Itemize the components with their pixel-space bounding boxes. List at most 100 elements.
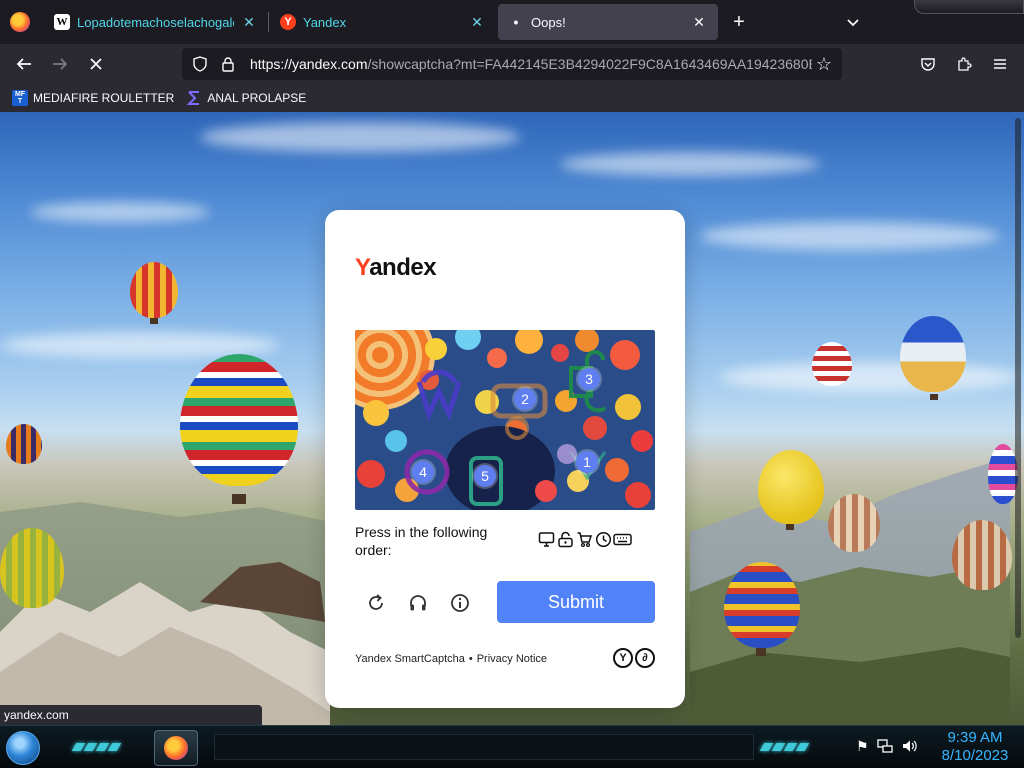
start-button[interactable] xyxy=(6,731,40,765)
loading-dot-icon: • xyxy=(513,14,519,30)
address-bar[interactable]: https://yandex.com/showcaptcha?mt=FA4421… xyxy=(182,48,842,80)
click-marker[interactable]: 3 xyxy=(578,368,600,390)
new-tab-button[interactable]: + xyxy=(728,11,750,33)
taskbar: ⚑ 9:39 AM 8/10/2023 xyxy=(0,725,1024,768)
clock-date: 8/10/2023 xyxy=(941,747,1009,764)
refresh-button[interactable] xyxy=(364,591,388,615)
status-bar: yandex.com xyxy=(0,705,262,725)
scrollbar-thumb[interactable] xyxy=(1015,118,1021,638)
hot-air-balloon xyxy=(952,520,1012,590)
logo-circle-d: ∂ xyxy=(635,648,655,668)
pocket-icon xyxy=(921,58,935,71)
headphones-icon xyxy=(410,595,426,611)
mediafire-icon: MF T xyxy=(12,90,28,106)
smartcaptcha-link[interactable]: Yandex SmartCaptcha xyxy=(355,653,465,665)
footer-separator: • xyxy=(468,653,473,665)
order-icon-sequence xyxy=(537,530,632,549)
clock-icon xyxy=(594,530,613,549)
tab-title: Oops! xyxy=(531,14,566,30)
info-button[interactable] xyxy=(448,591,472,615)
hot-air-balloon xyxy=(828,494,880,552)
url-text: https://yandex.com/showcaptcha?mt=FA4421… xyxy=(250,56,812,72)
yandex-icon: Y xyxy=(280,14,296,30)
balloon-basket xyxy=(930,394,938,400)
privacy-notice-link[interactable]: Privacy Notice xyxy=(477,653,547,665)
bookmarks-toolbar: MF T MEDIAFIRE ROULETTER ANAL PROLAPSE xyxy=(0,84,1024,112)
hot-air-balloon xyxy=(812,342,852,386)
captcha-challenge-image[interactable]: 1 2 3 4 5 xyxy=(355,330,655,510)
forward-button[interactable] xyxy=(46,50,74,78)
captcha-footer: Yandex SmartCaptcha • Privacy Notice xyxy=(355,653,547,665)
lock-icon[interactable] xyxy=(218,54,238,74)
close-icon[interactable]: ✕ xyxy=(690,13,708,31)
close-icon[interactable]: ✕ xyxy=(468,13,486,31)
firefox-view-icon[interactable] xyxy=(10,12,30,32)
hot-air-balloon xyxy=(758,450,824,524)
stop-button[interactable] xyxy=(82,50,110,78)
back-button[interactable] xyxy=(10,50,38,78)
audio-captcha-button[interactable] xyxy=(406,591,430,615)
hot-air-balloon xyxy=(130,262,178,318)
chevron-down-icon[interactable] xyxy=(842,12,864,32)
info-icon xyxy=(451,594,469,612)
captcha-instruction: Press in the following order: xyxy=(355,524,488,558)
click-marker[interactable]: 2 xyxy=(514,388,536,410)
tab-oops[interactable]: • Oops! ✕ xyxy=(498,4,718,40)
tab-strip: W Lopadotemachoselachogaleokranioleipsan… xyxy=(0,0,1024,44)
submit-button[interactable]: Submit xyxy=(497,581,655,623)
tab-wikipedia[interactable]: W Lopadotemachoselachogaleokranioleipsan… xyxy=(44,4,268,40)
shield-icon[interactable] xyxy=(190,54,210,74)
bookmark-label: ANAL PROLAPSE xyxy=(207,91,307,105)
monitor-icon xyxy=(537,530,556,549)
bookmark-star-icon[interactable]: ☆ xyxy=(814,54,834,74)
balloon-basket xyxy=(150,318,158,324)
tab-title: Lopadotemachoselachogaleokranioleipsanod… xyxy=(77,14,234,30)
url-host: https://yandex.com xyxy=(250,56,368,72)
yandex-cloud-logo: Y ∂ xyxy=(613,648,655,668)
yandex-logo: Yandex xyxy=(355,254,437,282)
close-icon[interactable]: ✕ xyxy=(240,13,258,31)
click-marker[interactable]: 1 xyxy=(576,451,598,473)
network-icon[interactable] xyxy=(876,738,893,757)
hot-air-balloon xyxy=(0,528,64,608)
balloon-basket xyxy=(756,648,766,656)
bookmark-label: MEDIAFIRE ROULETTER xyxy=(33,91,175,105)
tab-yandex[interactable]: Y Yandex ✕ xyxy=(270,4,496,40)
app-menu-button[interactable] xyxy=(986,50,1014,78)
cart-icon xyxy=(575,530,594,549)
keyboard-icon xyxy=(613,530,632,549)
firefox-icon xyxy=(164,736,188,760)
extensions-button[interactable] xyxy=(950,50,978,78)
click-marker[interactable]: 5 xyxy=(474,465,496,487)
logo-letter-y: Y xyxy=(355,254,370,281)
unlock-icon xyxy=(556,530,575,549)
hot-air-balloon xyxy=(180,354,298,486)
clock-time: 9:39 AM xyxy=(947,729,1003,746)
url-path: /showcaptcha?mt=FA442145E3B4294022F9C8A1… xyxy=(367,56,812,72)
balloon-basket xyxy=(232,494,246,504)
hot-air-balloon xyxy=(724,562,800,648)
taskbar-firefox[interactable] xyxy=(154,730,198,766)
bookmark-anal-prolapse[interactable]: ANAL PROLAPSE xyxy=(186,90,306,106)
vertical-scrollbar[interactable] xyxy=(1010,112,1024,725)
system-tray: ⚑ xyxy=(856,738,917,757)
action-center-flag-icon[interactable]: ⚑ xyxy=(856,738,869,757)
tab-divider xyxy=(268,12,269,32)
volume-icon[interactable] xyxy=(901,738,917,757)
hot-air-balloon xyxy=(6,424,42,464)
refresh-icon xyxy=(369,594,383,610)
stop-x-icon xyxy=(90,58,102,70)
wikipedia-icon: W xyxy=(54,14,70,30)
back-arrow-icon xyxy=(16,58,31,70)
sigma-icon xyxy=(186,90,202,106)
pocket-button[interactable] xyxy=(914,50,942,78)
forward-arrow-icon xyxy=(53,58,68,70)
window-decoration xyxy=(914,0,1024,14)
system-clock[interactable]: 9:39 AM 8/10/2023 xyxy=(930,729,1020,765)
click-marker[interactable]: 4 xyxy=(412,461,434,483)
bookmark-mediafire-rouletter[interactable]: MF T MEDIAFIRE ROULETTER xyxy=(12,90,174,106)
logo-text: andex xyxy=(369,254,437,281)
captcha-card: Yandex 1 2 3 4 5 Press in the following … xyxy=(325,210,685,708)
navigation-toolbar: https://yandex.com/showcaptcha?mt=FA4421… xyxy=(0,44,1024,84)
logo-circle-y: Y xyxy=(613,648,633,668)
